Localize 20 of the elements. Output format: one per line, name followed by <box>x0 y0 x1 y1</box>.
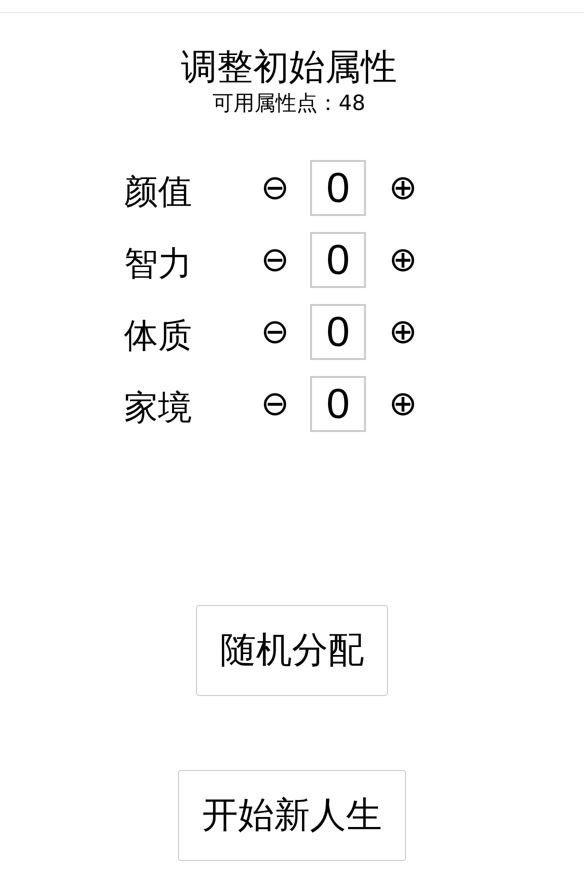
decrease-button[interactable]: ⊖ <box>256 170 294 206</box>
attribute-value-field[interactable]: 0 <box>310 232 366 288</box>
increase-button[interactable]: ⊕ <box>384 314 422 350</box>
available-points: 可用属性点：48 <box>212 90 366 116</box>
attribute-value-field[interactable]: 0 <box>310 304 366 360</box>
increase-button[interactable]: ⊕ <box>384 170 422 206</box>
attribute-value-field[interactable]: 0 <box>310 376 366 432</box>
attribute-label: 智力 <box>124 244 193 284</box>
random-assign-button[interactable]: 随机分配 <box>196 605 388 696</box>
start-button[interactable]: 开始新人生 <box>178 770 406 861</box>
increase-button[interactable]: ⊕ <box>384 242 422 278</box>
decrease-button[interactable]: ⊖ <box>256 242 294 278</box>
increase-button[interactable]: ⊕ <box>384 386 422 422</box>
attribute-value-field[interactable]: 0 <box>310 160 366 216</box>
decrease-button[interactable]: ⊖ <box>256 386 294 422</box>
attribute-label: 颜值 <box>124 172 193 212</box>
attribute-label: 家境 <box>124 388 193 428</box>
decrease-button[interactable]: ⊖ <box>256 314 294 350</box>
attribute-label: 体质 <box>124 316 193 356</box>
page-title: 调整初始属性 <box>181 46 397 90</box>
